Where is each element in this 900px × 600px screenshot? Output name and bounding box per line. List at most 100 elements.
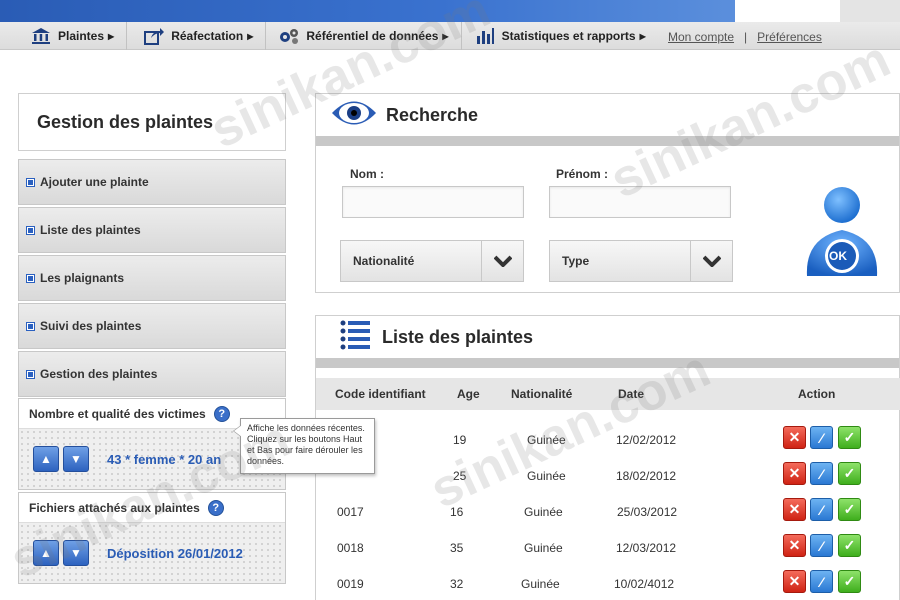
list-title: Liste des plaintes [382, 326, 534, 347]
files-widget-header: Fichiers attachés aux plaintes ? [19, 493, 285, 523]
bank-icon [30, 27, 52, 45]
menu-plaintes[interactable]: Plaintes ▶ [0, 22, 128, 50]
cell-age: 35 [450, 541, 464, 555]
search-panel-header: Recherche [316, 94, 899, 146]
table-header: Code identifiant Age Nationalité Date Ac… [316, 378, 900, 410]
sidebar-item-label: Les plaignants [40, 271, 125, 285]
preferences-link[interactable]: Préférences [757, 30, 822, 44]
cell-date: 12/03/2012 [616, 541, 677, 555]
nom-label: Nom : [350, 167, 384, 181]
bar-chart-icon [474, 27, 496, 45]
edit-button[interactable]: ⁄ [810, 426, 833, 449]
cell-date: 10/02/4012 [614, 577, 675, 591]
list-panel-header: Liste des plaintes [316, 316, 899, 368]
eye-icon [330, 96, 378, 135]
menu-plaintes-label: Plaintes [58, 29, 105, 43]
my-account-link[interactable]: Mon compte [668, 30, 734, 44]
help-icon[interactable]: ? [207, 499, 224, 516]
help-tooltip: Affiche les données récentes. Cliquez su… [233, 418, 375, 474]
scroll-up-button[interactable]: ▲ [33, 540, 59, 566]
sidebar-item-plaignants[interactable]: Les plaignants [18, 255, 286, 301]
edit-button[interactable]: ⁄ [810, 498, 833, 521]
validate-button[interactable]: ✓ [838, 462, 861, 485]
files-value: Déposition 26/01/2012 [107, 545, 243, 561]
account-links: Mon compte | Préférences [668, 30, 822, 44]
sidebar-title: Gestion des plaintes [18, 93, 286, 151]
bullet-icon [27, 178, 34, 186]
menu-reafectation-label: Réafectation [171, 29, 244, 43]
sidebar-item-liste[interactable]: Liste des plaintes [18, 207, 286, 253]
type-select[interactable]: Type [549, 240, 733, 282]
bullet-icon [27, 226, 34, 234]
main-menu: Plaintes ▶ Réafectation ▶ Référentiel de… [0, 22, 658, 50]
validate-button[interactable]: ✓ [838, 534, 861, 557]
sidebar-item-suivi[interactable]: Suivi des plaintes [18, 303, 286, 349]
validate-button[interactable]: ✓ [838, 426, 861, 449]
files-widget-title: Fichiers attachés aux plaintes [29, 500, 200, 515]
files-widget: Fichiers attachés aux plaintes ? ▲ ▼ Dép… [18, 492, 286, 584]
scroll-down-button[interactable]: ▼ [63, 446, 89, 472]
delete-button[interactable]: ✕ [783, 426, 806, 449]
sidebar-item-label: Gestion des plaintes [40, 367, 158, 381]
edit-button[interactable]: ⁄ [810, 462, 833, 485]
header-tab-grey [840, 0, 900, 22]
cell-age: 32 [450, 577, 464, 591]
cell-nationalite: Guinée [521, 577, 560, 591]
bullet-icon [27, 274, 34, 282]
share-arrow-icon [143, 27, 165, 45]
menu-statistiques-label: Statistiques et rapports [501, 29, 636, 43]
nationalite-select[interactable]: Nationalité [340, 240, 524, 282]
caret-right-icon: ▶ [108, 31, 115, 41]
delete-button[interactable]: ✕ [783, 570, 806, 593]
scroll-up-button[interactable]: ▲ [33, 446, 59, 472]
menu-statistiques[interactable]: Statistiques et rapports ▶ [462, 22, 658, 50]
chevron-down-icon [690, 241, 732, 281]
sidebar-item-label: Liste des plaintes [40, 223, 141, 237]
complaints-list-panel: Liste des plaintes Code identifiant Age … [315, 315, 900, 600]
delete-button[interactable]: ✕ [783, 534, 806, 557]
list-icon [340, 319, 372, 356]
caret-right-icon: ▶ [442, 31, 449, 41]
cell-date: 12/02/2012 [616, 433, 677, 447]
cell-nationalite: Guinée [527, 433, 566, 447]
sidebar-item-gestion[interactable]: Gestion des plaintes [18, 351, 286, 397]
top-navigation-bar: Plaintes ▶ Réafectation ▶ Référentiel de… [0, 0, 900, 50]
edit-button[interactable]: ⁄ [810, 534, 833, 557]
edit-button[interactable]: ⁄ [810, 570, 833, 593]
sidebar-item-ajouter[interactable]: Ajouter une plainte [18, 159, 286, 205]
validate-button[interactable]: ✓ [838, 498, 861, 521]
help-icon[interactable]: ? [213, 405, 230, 422]
table-row: 0018 35 Guinée 12/03/2012 ✕ ⁄ ✓ [316, 530, 900, 566]
column-header: Date [618, 387, 645, 401]
cell-age: 25 [453, 469, 467, 483]
bullet-icon [27, 322, 34, 330]
header-tab-white [735, 0, 840, 22]
victims-value: 43 * femme * 20 an [107, 451, 222, 467]
sidebar-item-label: Ajouter une plainte [40, 175, 149, 189]
table-row: 19 Guinée 12/02/2012 ✕ ⁄ ✓ [316, 422, 900, 458]
scroll-down-button[interactable]: ▼ [63, 540, 89, 566]
prenom-field[interactable] [549, 186, 731, 218]
nom-field[interactable] [342, 186, 524, 218]
gears-icon [278, 27, 300, 45]
chevron-down-icon [481, 241, 523, 281]
menu-reafectation[interactable]: Réafectation ▶ [127, 22, 267, 50]
sidebar: Gestion des plaintes Ajouter une plainte… [18, 93, 286, 584]
ok-search-button[interactable]: OK [803, 186, 881, 280]
table-row: 25 Guinée 18/02/2012 ✕ ⁄ ✓ [316, 458, 900, 494]
header-banner [0, 0, 735, 22]
validate-button[interactable]: ✓ [838, 570, 861, 593]
nationalite-select-label: Nationalité [353, 254, 415, 268]
cell-date: 18/02/2012 [616, 469, 677, 483]
menu-referentiel-label: Référentiel de données [306, 29, 439, 43]
column-header: Age [457, 387, 480, 401]
delete-button[interactable]: ✕ [783, 462, 806, 485]
search-title: Recherche [386, 104, 479, 125]
cell-code: 0018 [337, 541, 364, 555]
column-header: Code identifiant [335, 387, 426, 401]
files-widget-body: ▲ ▼ Déposition 26/01/2012 [19, 523, 285, 583]
menu-referentiel[interactable]: Référentiel de données ▶ [266, 22, 462, 50]
cell-age: 16 [450, 505, 464, 519]
delete-button[interactable]: ✕ [783, 498, 806, 521]
caret-right-icon: ▶ [639, 31, 646, 41]
